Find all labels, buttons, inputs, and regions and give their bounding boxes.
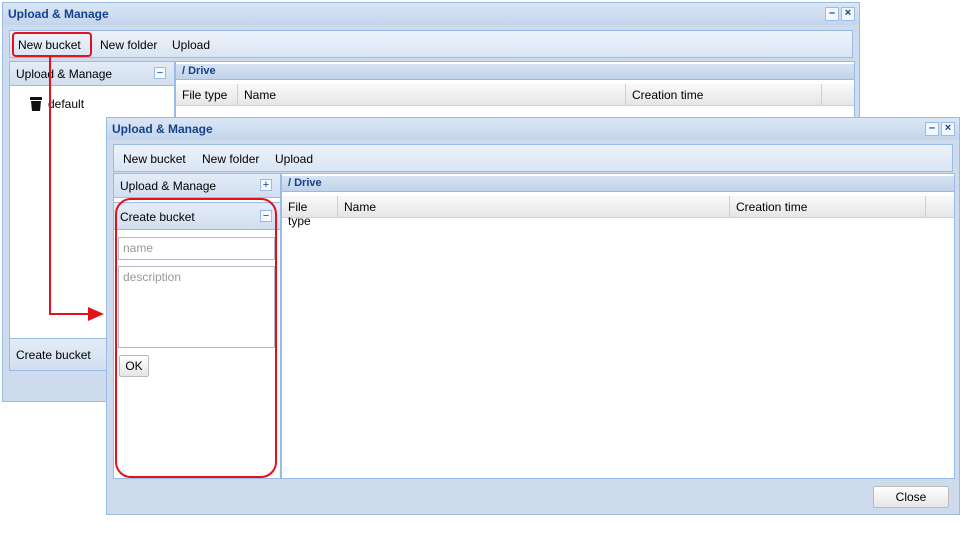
- background-toolbar: New bucket New folder Upload: [9, 30, 853, 58]
- foreground-window-title: Upload & Manage: [112, 122, 213, 136]
- new-folder-button[interactable]: New folder: [202, 152, 259, 166]
- upload-manage-panel-header[interactable]: Upload & Manage +: [114, 174, 280, 198]
- upload-manage-header-label: Upload & Manage: [120, 179, 217, 193]
- foreground-titlebar: Upload & Manage – ×: [107, 118, 959, 140]
- bucket-icon: [30, 97, 42, 111]
- background-titlebar: Upload & Manage – ×: [3, 3, 859, 25]
- column-file-type[interactable]: File type: [176, 84, 238, 106]
- close-icon[interactable]: ×: [941, 122, 955, 136]
- foreground-toolbar: New bucket New folder Upload: [113, 144, 953, 172]
- background-window-title: Upload & Manage: [8, 7, 109, 21]
- upload-manage-header-label: Upload & Manage: [16, 67, 113, 81]
- grid-header: File type Name Creation time: [282, 196, 954, 228]
- column-file-type[interactable]: File type: [282, 196, 338, 228]
- minimize-icon[interactable]: –: [825, 7, 839, 21]
- grid-header: File type Name Creation time: [176, 84, 854, 106]
- upload-manage-panel-header[interactable]: Upload & Manage −: [10, 62, 174, 86]
- minimize-icon[interactable]: –: [925, 122, 939, 136]
- expand-icon[interactable]: +: [260, 179, 272, 191]
- close-icon[interactable]: ×: [841, 7, 855, 21]
- column-creation-time[interactable]: Creation time: [626, 84, 822, 106]
- foreground-file-panel: / Drive File type Name Creation time: [281, 173, 955, 479]
- new-folder-button[interactable]: New folder: [100, 38, 157, 52]
- column-name[interactable]: Name: [338, 196, 730, 218]
- breadcrumb[interactable]: / Drive: [176, 64, 854, 80]
- column-creation-time[interactable]: Creation time: [730, 196, 926, 218]
- upload-button[interactable]: Upload: [172, 38, 210, 52]
- create-bucket-header-label: Create bucket: [16, 348, 91, 362]
- upload-button[interactable]: Upload: [275, 152, 313, 166]
- collapse-icon[interactable]: −: [154, 67, 166, 79]
- close-button[interactable]: Close: [873, 486, 949, 508]
- breadcrumb[interactable]: / Drive: [282, 176, 954, 192]
- annotation-highlight-create-bucket-form: [115, 198, 277, 478]
- column-name[interactable]: Name: [238, 84, 626, 106]
- tree-item-label: default: [48, 97, 85, 111]
- annotation-highlight-new-bucket: [12, 32, 92, 57]
- new-bucket-button[interactable]: New bucket: [123, 152, 186, 166]
